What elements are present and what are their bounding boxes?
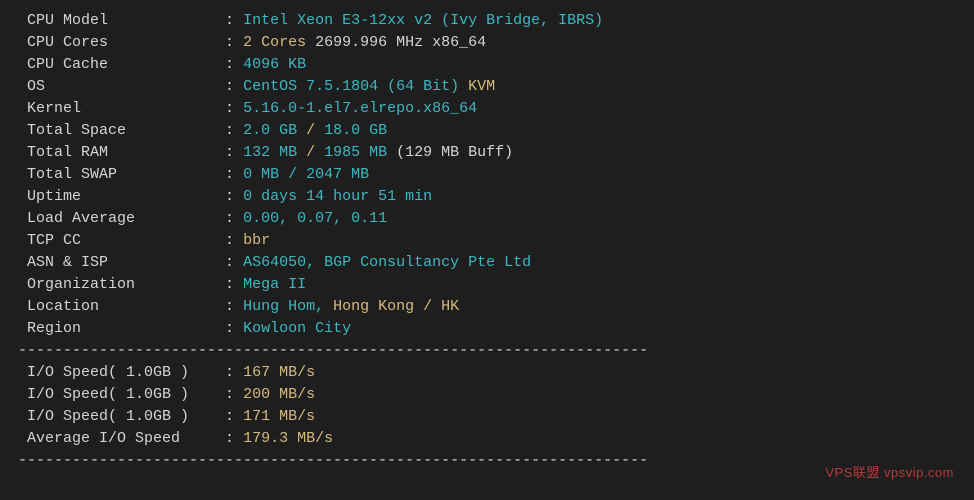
row-label: Total SWAP <box>18 166 225 183</box>
row-value: 4096 KB <box>243 56 306 73</box>
row-colon: : <box>225 100 243 117</box>
row-colon: : <box>225 232 243 249</box>
output-row: CPU Cache : 4096 KB <box>18 54 956 76</box>
row-label: Total Space <box>18 122 225 139</box>
output-row: Location : Hung Hom, Hong Kong / HK <box>18 296 956 318</box>
output-row: Total SWAP : 0 MB / 2047 MB <box>18 164 956 186</box>
row-value: Mega II <box>243 276 306 293</box>
row-colon: : <box>225 122 243 139</box>
row-value: CentOS 7.5.1804 (64 Bit) <box>243 78 459 95</box>
output-row: OS : CentOS 7.5.1804 (64 Bit) KVM <box>18 76 956 98</box>
row-colon: : <box>225 166 243 183</box>
row-colon: : <box>225 210 243 227</box>
row-colon: : <box>225 276 243 293</box>
row-colon: : <box>225 12 243 29</box>
row-label: OS <box>18 78 225 95</box>
row-label: Average I/O Speed <box>18 430 225 447</box>
row-value: (129 MB Buff) <box>387 144 513 161</box>
row-label: TCP CC <box>18 232 225 249</box>
row-value: 1985 MB <box>324 144 387 161</box>
output-row: TCP CC : bbr <box>18 230 956 252</box>
row-label: CPU Model <box>18 12 225 29</box>
row-value: 5.16.0-1.el7.elrepo.x86_64 <box>243 100 477 117</box>
row-value: 171 MB/s <box>243 408 315 425</box>
row-colon: : <box>225 56 243 73</box>
row-value: AS64050, BGP Consultancy Pte Ltd <box>243 254 531 271</box>
output-row: CPU Cores : 2 Cores 2699.996 MHz x86_64 <box>18 32 956 54</box>
separator: ----------------------------------------… <box>18 340 956 362</box>
row-value: 2.0 GB <box>243 122 297 139</box>
row-label: Region <box>18 320 225 337</box>
watermark: VPS联盟 vpsvip.com <box>825 462 954 484</box>
output-row: I/O Speed( 1.0GB ) : 200 MB/s <box>18 384 956 406</box>
output-row: I/O Speed( 1.0GB ) : 167 MB/s <box>18 362 956 384</box>
row-value: bbr <box>243 232 270 249</box>
row-colon: : <box>225 298 243 315</box>
row-label: I/O Speed( 1.0GB ) <box>18 364 225 381</box>
row-value: 200 MB/s <box>243 386 315 403</box>
output-row: Kernel : 5.16.0-1.el7.elrepo.x86_64 <box>18 98 956 120</box>
row-label: Kernel <box>18 100 225 117</box>
row-value: 0.00, 0.07, 0.11 <box>243 210 387 227</box>
row-colon: : <box>225 144 243 161</box>
output-row: CPU Model : Intel Xeon E3-12xx v2 (Ivy B… <box>18 10 956 32</box>
row-label: CPU Cache <box>18 56 225 73</box>
row-value: 2699.996 MHz x86_64 <box>306 34 486 51</box>
row-value: Intel Xeon E3-12xx v2 (Ivy Bridge, IBRS) <box>243 12 603 29</box>
row-value <box>459 78 468 95</box>
row-value: / <box>297 122 324 139</box>
row-label: Location <box>18 298 225 315</box>
row-colon: : <box>225 254 243 271</box>
row-colon: : <box>225 34 243 51</box>
separator: ----------------------------------------… <box>18 450 956 472</box>
row-value: / <box>297 144 324 161</box>
output-row: ASN & ISP : AS64050, BGP Consultancy Pte… <box>18 252 956 274</box>
row-label: Uptime <box>18 188 225 205</box>
row-label: Total RAM <box>18 144 225 161</box>
row-value: Kowloon City <box>243 320 351 337</box>
output-row: Total RAM : 132 MB / 1985 MB (129 MB Buf… <box>18 142 956 164</box>
output-row: I/O Speed( 1.0GB ) : 171 MB/s <box>18 406 956 428</box>
row-colon: : <box>225 430 243 447</box>
row-value: Hung Hom, <box>243 298 333 315</box>
row-colon: : <box>225 78 243 95</box>
row-value: 167 MB/s <box>243 364 315 381</box>
row-value: 0 MB / 2047 MB <box>243 166 369 183</box>
row-colon: : <box>225 320 243 337</box>
row-value: Hong Kong / HK <box>333 298 459 315</box>
row-label: I/O Speed( 1.0GB ) <box>18 386 225 403</box>
output-row: Load Average : 0.00, 0.07, 0.11 <box>18 208 956 230</box>
output-row: Organization : Mega II <box>18 274 956 296</box>
output-row: Total Space : 2.0 GB / 18.0 GB <box>18 120 956 142</box>
row-label: ASN & ISP <box>18 254 225 271</box>
row-value: 179.3 MB/s <box>243 430 333 447</box>
row-colon: : <box>225 364 243 381</box>
row-label: Organization <box>18 276 225 293</box>
terminal-output: CPU Model : Intel Xeon E3-12xx v2 (Ivy B… <box>18 10 956 472</box>
row-value: 18.0 GB <box>324 122 387 139</box>
output-row: Uptime : 0 days 14 hour 51 min <box>18 186 956 208</box>
row-label: Load Average <box>18 210 225 227</box>
row-colon: : <box>225 408 243 425</box>
output-row: Average I/O Speed : 179.3 MB/s <box>18 428 956 450</box>
row-colon: : <box>225 386 243 403</box>
row-value: 2 Cores <box>243 34 306 51</box>
row-value: 0 days 14 hour 51 min <box>243 188 432 205</box>
row-colon: : <box>225 188 243 205</box>
output-row: Region : Kowloon City <box>18 318 956 340</box>
row-label: I/O Speed( 1.0GB ) <box>18 408 225 425</box>
row-label: CPU Cores <box>18 34 225 51</box>
row-value: 132 MB <box>243 144 297 161</box>
row-value: KVM <box>468 78 495 95</box>
